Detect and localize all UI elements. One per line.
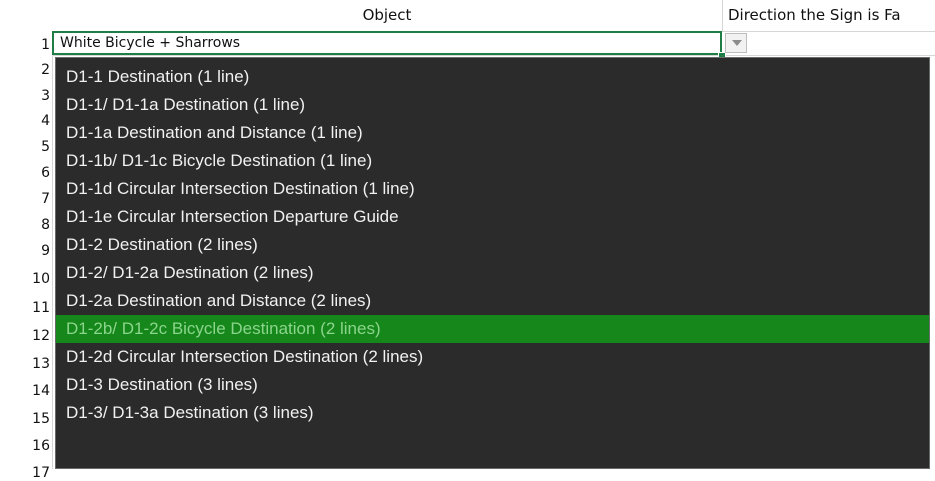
listbox-option-selected[interactable]: D1-2b/ D1-2c Bicycle Destination (2 line… bbox=[56, 315, 929, 343]
row-number-column: 1 2 3 4 5 6 7 8 9 10 11 12 13 14 15 16 1… bbox=[0, 31, 53, 480]
grid-line bbox=[52, 55, 935, 56]
listbox-option[interactable]: D1-3/ D1-3a Destination (3 lines) bbox=[56, 399, 929, 427]
row-number[interactable]: 7 bbox=[0, 192, 50, 206]
spreadsheet-grid: Object Direction the Sign is Fa 1 2 3 4 … bbox=[0, 0, 935, 480]
row-number[interactable]: 9 bbox=[0, 244, 50, 258]
row-number[interactable]: 13 bbox=[0, 357, 50, 371]
row-number[interactable]: 16 bbox=[0, 439, 50, 453]
listbox-option[interactable]: D1-1b/ D1-1c Bicycle Destination (1 line… bbox=[56, 147, 929, 175]
active-cell-value[interactable]: White Bicycle + Sharrows bbox=[60, 35, 240, 51]
row-number[interactable]: 1 bbox=[0, 38, 50, 52]
listbox-option[interactable]: D1-1a Destination and Distance (1 line) bbox=[56, 119, 929, 147]
data-validation-dropdown-button[interactable] bbox=[725, 33, 747, 53]
column-header-object[interactable]: Object bbox=[52, 0, 723, 31]
row-number[interactable]: 14 bbox=[0, 384, 50, 398]
row-number[interactable]: 6 bbox=[0, 166, 50, 180]
row-number[interactable]: 2 bbox=[0, 63, 50, 77]
listbox-option[interactable]: D1-2a Destination and Distance (2 lines) bbox=[56, 287, 929, 315]
column-header-row: Object Direction the Sign is Fa bbox=[0, 0, 935, 32]
column-header-direction[interactable]: Direction the Sign is Fa bbox=[728, 0, 935, 31]
listbox-option[interactable]: D1-2 Destination (2 lines) bbox=[56, 231, 929, 259]
listbox-option[interactable]: D1-1/ D1-1a Destination (1 line) bbox=[56, 91, 929, 119]
row-number[interactable]: 17 bbox=[0, 466, 50, 480]
row-number[interactable]: 15 bbox=[0, 412, 50, 426]
row-number[interactable]: 10 bbox=[0, 272, 50, 286]
row-number[interactable]: 5 bbox=[0, 140, 50, 154]
row-number[interactable]: 12 bbox=[0, 329, 50, 343]
row-number[interactable]: 3 bbox=[0, 89, 50, 103]
chevron-down-icon bbox=[732, 40, 742, 46]
listbox-option[interactable]: D1-1e Circular Intersection Departure Gu… bbox=[56, 203, 929, 231]
listbox-option[interactable]: D1-1 Destination (1 line) bbox=[56, 63, 929, 91]
listbox-option[interactable]: D1-2d Circular Intersection Destination … bbox=[56, 343, 929, 371]
listbox-option[interactable]: D1-2/ D1-2a Destination (2 lines) bbox=[56, 259, 929, 287]
row-number[interactable]: 8 bbox=[0, 218, 50, 232]
listbox-option[interactable]: D1-3 Destination (3 lines) bbox=[56, 371, 929, 399]
listbox-option[interactable]: D1-1d Circular Intersection Destination … bbox=[56, 175, 929, 203]
row-number[interactable]: 11 bbox=[0, 301, 50, 315]
validation-options-listbox[interactable]: D1-1 Destination (1 line) D1-1/ D1-1a De… bbox=[55, 57, 930, 469]
row-number[interactable]: 4 bbox=[0, 114, 50, 128]
